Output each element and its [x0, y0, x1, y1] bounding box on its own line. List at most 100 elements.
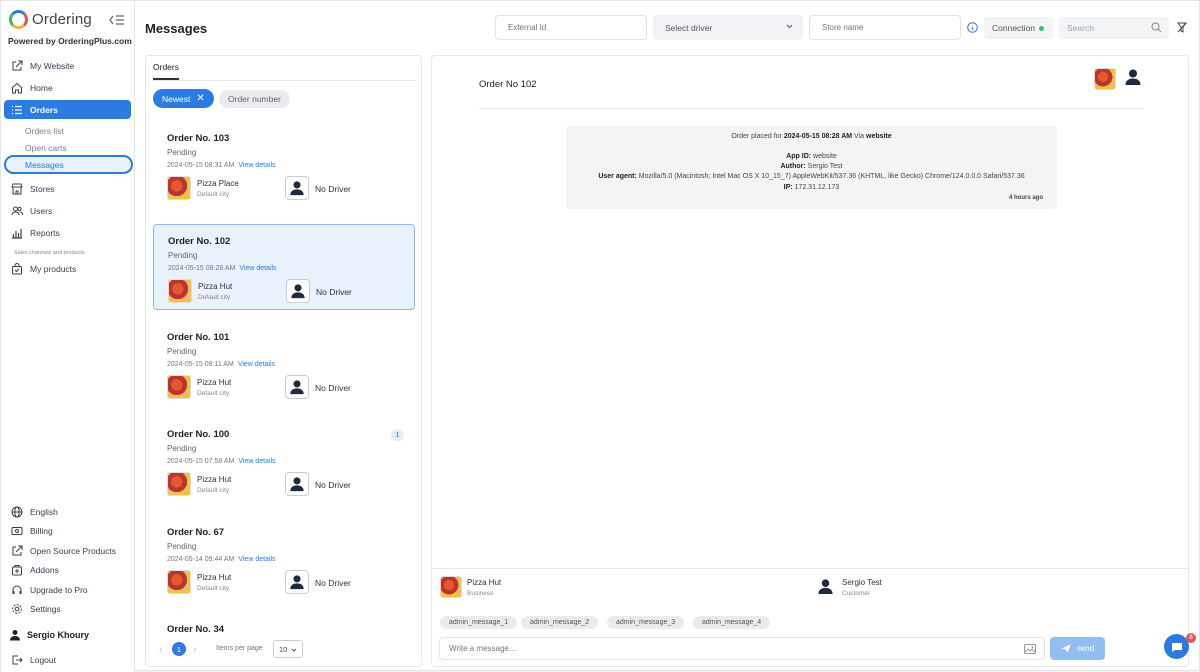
search-placeholder: Search [1067, 23, 1094, 33]
sidebar-subitem-orders-list[interactable]: Orders list [25, 126, 64, 136]
filter-chip-newest[interactable]: Newest ✕ [153, 89, 214, 108]
sidebar-item-home[interactable]: Home [4, 78, 131, 97]
driver-select[interactable]: Select driver [653, 15, 803, 40]
store-logo[interactable] [1094, 68, 1116, 90]
sidebar-item-billing[interactable]: Billing [4, 521, 131, 540]
sidebar-item-orders[interactable]: Orders [4, 100, 131, 119]
items-per-page-label: Items per page [216, 645, 263, 652]
powered-by: Powered by OrderingPlus.com [8, 36, 132, 46]
message-input[interactable] [439, 637, 1045, 660]
participant-customer-name: Sergio Test [842, 578, 882, 587]
author-value: Sergio Test [807, 163, 843, 170]
headset-icon [11, 584, 23, 596]
addons-icon [11, 564, 23, 576]
store-name: Pizza Hut [197, 475, 232, 484]
tab-orders[interactable]: Orders [153, 62, 179, 80]
order-card[interactable]: Order No. 102 Pending 2024-05-15 08:28 AM V… [153, 224, 415, 310]
participant-business-name: Pizza Hut [467, 578, 502, 587]
view-details-link[interactable]: View details [238, 556, 275, 563]
view-details-link[interactable]: View details [238, 162, 275, 169]
customer-avatar-icon [818, 579, 833, 595]
order-title: Order No. 67 [167, 527, 225, 538]
send-icon [1061, 644, 1071, 653]
order-card[interactable]: Order No. 67 Pending 2024-05-14 09:44 AM Vi… [153, 516, 415, 602]
order-title: Order No. 100 [167, 429, 230, 440]
send-label: send [1076, 644, 1095, 653]
view-details-link[interactable]: View details [239, 265, 276, 272]
order-title: Order No. 34 [167, 624, 225, 635]
sidebar-item-logout[interactable]: Logout [4, 650, 131, 669]
sidebar-item-stores[interactable]: Stores [4, 179, 131, 198]
sidebar-item-addons[interactable]: Addons [4, 560, 131, 579]
connection-dot [1039, 25, 1045, 31]
sidebar-item-settings[interactable]: Settings [4, 599, 131, 618]
order-card[interactable]: Order No. 101 Pending 2024-05-15 08:11 AM V… [153, 321, 415, 407]
driver-avatar [286, 279, 310, 303]
brand[interactable]: Ordering [9, 10, 92, 29]
order-status: Pending [167, 542, 197, 551]
sidebar: Ordering Powered by OrderingPlus.com My … [1, 1, 135, 672]
external-link-icon [11, 545, 23, 557]
ip-value: 172.31.12.173 [794, 184, 840, 191]
close-icon[interactable]: ✕ [196, 93, 204, 104]
list-icon [11, 104, 23, 116]
order-card[interactable]: Order No. 103 Pending 2024-05-15 08:31 AM V… [153, 122, 415, 208]
store-city: Default city [197, 487, 230, 494]
sidebar-item-my-website[interactable]: My Website [4, 56, 131, 75]
chevron-down-icon [786, 24, 793, 29]
sidebar-subitem-open-carts[interactable]: Open carts [25, 143, 67, 153]
store-name-input[interactable] [809, 15, 961, 40]
customer-avatar-icon[interactable] [1124, 68, 1142, 86]
user-icon [290, 380, 304, 395]
store-name: Pizza Hut [198, 282, 233, 291]
view-details-link[interactable]: View details [238, 361, 275, 368]
order-status: Pending [167, 444, 197, 453]
filter-chip-order-number[interactable]: Order number [219, 90, 290, 108]
driver-avatar [285, 375, 309, 399]
items-per-page-select[interactable]: 10 [273, 640, 303, 658]
driver-name: No Driver [315, 480, 351, 490]
sidebar-item-label: Reports [30, 227, 60, 238]
app-window: Ordering Powered by OrderingPlus.com My … [0, 0, 1200, 672]
sidebar-item-upgrade[interactable]: Upgrade to Pro [4, 580, 131, 599]
orders-panel: Orders Newest ✕ Order number Order No. 1… [145, 55, 422, 667]
order-card[interactable]: Order No. 100 Pending 2024-05-15 07:58 AM V… [153, 418, 415, 504]
store-logo [168, 279, 192, 303]
unread-count-badge: 1 [391, 429, 404, 441]
page-number-current[interactable]: 1 [172, 642, 186, 656]
driver-name: No Driver [315, 578, 351, 588]
store-name: Pizza Hut [197, 378, 232, 387]
order-title: Order No. 101 [167, 332, 230, 343]
sidebar-subitem-messages[interactable]: Messages [4, 155, 133, 174]
app-id-label: App ID: [786, 153, 812, 160]
image-upload-icon[interactable] [1024, 644, 1036, 654]
quick-message-chip[interactable]: admin_message_4 [693, 616, 771, 629]
quick-message-chip[interactable]: admin_message_3 [607, 616, 685, 629]
sidebar-item-label: My Website [30, 60, 75, 71]
chevron-right-icon[interactable]: › [193, 644, 196, 655]
sidebar-item-label: My products [30, 263, 77, 274]
sidebar-item-reports[interactable]: Reports [4, 223, 131, 242]
quick-message-chip[interactable]: admin_message_1 [440, 616, 518, 629]
external-id-input[interactable] [495, 15, 647, 40]
sidebar-item-label: English [30, 506, 58, 517]
filter-icon[interactable] [1177, 22, 1187, 33]
current-user[interactable]: Sergio Khoury [9, 629, 89, 641]
search-input[interactable]: Search [1059, 17, 1169, 39]
quick-message-chip[interactable]: admin_message_2 [521, 616, 599, 629]
home-icon [11, 82, 23, 94]
sidebar-item-open-source[interactable]: Open Source Products [4, 541, 131, 560]
send-button[interactable]: send [1050, 637, 1105, 660]
chevron-down-icon [291, 648, 297, 652]
order-status: Pending [168, 251, 198, 260]
chat-unread-badge: 8 [1186, 633, 1196, 643]
sidebar-item-users[interactable]: Users [4, 201, 131, 220]
sidebar-item-label: Home [30, 82, 53, 93]
sidebar-item-my-products[interactable]: My products [4, 259, 131, 278]
collapse-sidebar-icon[interactable] [109, 14, 125, 26]
sidebar-item-language[interactable]: English [4, 502, 131, 521]
chevron-left-icon[interactable]: ‹ [159, 644, 162, 655]
message-time: 4 hours ago [1008, 195, 1043, 201]
info-icon[interactable] [967, 22, 978, 33]
view-details-link[interactable]: View details [238, 458, 275, 465]
